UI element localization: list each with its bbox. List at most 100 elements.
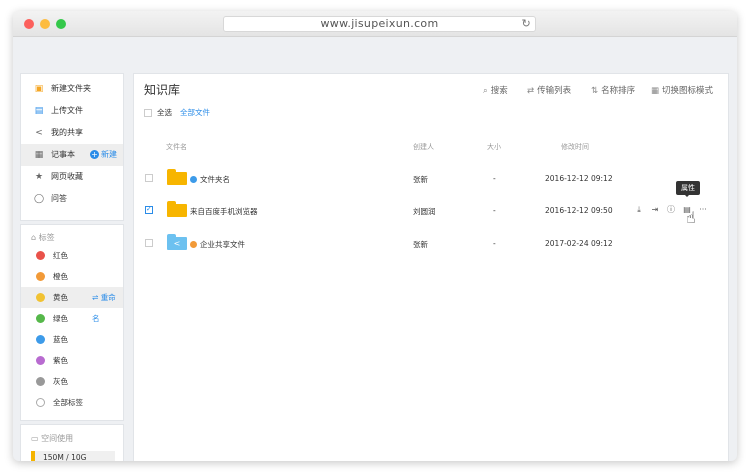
transfer-label: 传输列表 xyxy=(537,86,572,96)
folder-icon xyxy=(167,201,187,217)
tags-title: 标签 xyxy=(38,233,55,242)
nav-item-upload[interactable]: ▤ 上传文件 xyxy=(21,100,123,122)
nav-label: 我的共享 xyxy=(51,128,83,137)
folder-icon xyxy=(167,169,187,185)
column-header-size: 大小 xyxy=(487,143,501,151)
tag-label: 全部标签 xyxy=(53,398,83,407)
more-icon[interactable]: ··· xyxy=(695,205,711,214)
nav-label: 问答 xyxy=(51,194,67,203)
nav-label: 记事本 xyxy=(51,150,75,159)
modified-cell: 2016-12-12 09:50 xyxy=(545,206,613,215)
maximize-window-button[interactable] xyxy=(56,19,66,29)
minimize-window-button[interactable] xyxy=(40,19,50,29)
size-cell: - xyxy=(493,174,496,183)
column-header-name: 文件名 xyxy=(166,143,187,151)
tag-item-all[interactable]: 全部标签 xyxy=(21,392,123,413)
transfer-list-button[interactable]: ⇄ 传输列表 xyxy=(527,84,571,96)
sort-button[interactable]: ⇅ 名称排序 xyxy=(591,84,635,96)
table-row[interactable]: 来自百度手机浏览器 刘圆润 - 2016-12-12 09:50 ⤓⇥ⓘ▤··· xyxy=(134,194,728,227)
tags-section-title: ⌂ 标签 xyxy=(31,232,55,243)
modified-cell: 2016-12-12 09:12 xyxy=(545,174,613,183)
storage-icon: ▭ xyxy=(31,434,39,443)
file-name-text: 企业共享文件 xyxy=(200,240,245,249)
view-mode-button[interactable]: ▦ 切换图标模式 xyxy=(651,84,713,96)
share-icon: < xyxy=(35,128,43,138)
creator-cell: 张新 xyxy=(413,240,428,249)
sort-icon: ⇅ xyxy=(591,86,599,96)
new-note-button[interactable]: + 新建 xyxy=(90,144,117,166)
nav-panel: ▣ 新建文件夹 ▤ 上传文件 < 我的共享 ▦ 记事本 + 新建 ★ 网页收藏 ◯ xyxy=(20,73,124,221)
transfer-icon: ⇄ xyxy=(527,86,535,96)
tag-item-yellow[interactable]: 黄色 ⇌ 重命名 xyxy=(21,287,123,323)
creator-cell: 刘圆润 xyxy=(413,207,436,216)
tag-label: 紫色 xyxy=(53,356,68,365)
grid-icon: ▦ xyxy=(651,86,660,96)
row-checkbox[interactable] xyxy=(145,239,153,247)
tag-color-dot xyxy=(36,356,45,365)
plus-icon: + xyxy=(90,150,99,159)
tag-label: 绿色 xyxy=(53,314,68,323)
column-header-creator: 创建人 xyxy=(413,143,434,151)
creator-cell: 张新 xyxy=(413,175,428,184)
tag-color-dot xyxy=(36,377,45,386)
search-button[interactable]: ⌕ 搜索 xyxy=(483,84,508,96)
tag-color-dot xyxy=(36,314,45,323)
tag-dot-icon xyxy=(190,176,197,183)
nav-label: 上传文件 xyxy=(51,106,83,115)
tag-label: 橙色 xyxy=(53,272,68,281)
info-icon[interactable]: ⓘ xyxy=(663,204,679,215)
nav-item-my-share[interactable]: < 我的共享 xyxy=(21,122,123,144)
space-title-text: 空间使用 xyxy=(41,434,74,443)
breadcrumb[interactable]: 全部文件 xyxy=(180,107,210,118)
hand-cursor-icon: ☝ xyxy=(686,208,696,227)
nav-label: 新建文件夹 xyxy=(51,84,91,93)
row-checkbox[interactable] xyxy=(145,174,153,182)
row-checkbox[interactable] xyxy=(145,205,153,214)
tag-icon: ⌂ xyxy=(31,233,37,242)
download-icon[interactable]: ⤓ xyxy=(631,205,647,215)
shared-folder-icon: < xyxy=(167,234,187,250)
space-usage-panel: ▭ 空间使用 150M / 10G xyxy=(20,424,124,461)
table-row[interactable]: 文件夹名 张新 - 2016-12-12 09:12 xyxy=(134,162,728,195)
row-actions: ⤓ ⇥ ⓘ ▤ ··· xyxy=(631,204,711,215)
tag-item-red[interactable]: 红色 xyxy=(21,245,123,266)
select-all-checkbox[interactable] xyxy=(144,109,152,117)
tag-item-purple[interactable]: 紫色 xyxy=(21,350,123,371)
address-bar[interactable]: www.jisupeixun.com ↻ xyxy=(223,16,536,32)
new-folder-icon: ▣ xyxy=(34,84,44,94)
tag-dot-icon xyxy=(190,241,197,248)
tag-color-dot xyxy=(36,335,45,344)
tag-label: 灰色 xyxy=(53,377,68,386)
file-name[interactable]: 文件夹名 xyxy=(190,174,230,185)
notebook-icon: ▦ xyxy=(34,150,44,160)
sort-label: 名称排序 xyxy=(601,86,636,96)
nav-item-notebook[interactable]: ▦ 记事本 + 新建 xyxy=(21,144,123,166)
usage-text: 150M / 10G xyxy=(43,453,87,461)
reload-icon[interactable]: ↻ xyxy=(521,17,531,31)
table-row[interactable]: < 企业共享文件 张新 - 2017-02-24 09:12 xyxy=(134,227,728,260)
tag-item-blue[interactable]: 蓝色 xyxy=(21,329,123,350)
select-all[interactable]: 全选 xyxy=(144,107,172,118)
new-note-label: 新建 xyxy=(101,150,117,159)
tag-color-dot xyxy=(36,398,45,407)
size-cell: - xyxy=(493,206,496,215)
tag-item-orange[interactable]: 橙色 xyxy=(21,266,123,287)
nav-item-qa[interactable]: ◯ 问答 xyxy=(21,188,123,210)
file-name[interactable]: 来自百度手机浏览器 xyxy=(190,206,258,217)
select-all-label: 全选 xyxy=(157,108,172,117)
qa-icon: ◯ xyxy=(34,194,45,204)
move-icon[interactable]: ⇥ xyxy=(647,205,663,214)
view-label: 切换图标模式 xyxy=(662,86,714,96)
search-label: 搜索 xyxy=(490,86,508,96)
page-title: 知识库 xyxy=(144,83,181,97)
properties-tooltip: 属性 xyxy=(676,181,700,197)
tag-color-dot xyxy=(36,251,45,260)
tags-panel: ⌂ 标签 红色 橙色 黄色 ⇌ 重命名 绿色 蓝色 紫色 灰色 全部标签 xyxy=(20,224,124,421)
nav-item-new-folder[interactable]: ▣ 新建文件夹 xyxy=(21,78,123,100)
tag-item-green[interactable]: 绿色 xyxy=(21,308,123,329)
close-window-button[interactable] xyxy=(24,19,34,29)
file-name-text: 来自百度手机浏览器 xyxy=(190,207,258,216)
file-name[interactable]: 企业共享文件 xyxy=(190,239,245,250)
tag-item-gray[interactable]: 灰色 xyxy=(21,371,123,392)
nav-item-bookmarks[interactable]: ★ 网页收藏 xyxy=(21,166,123,188)
